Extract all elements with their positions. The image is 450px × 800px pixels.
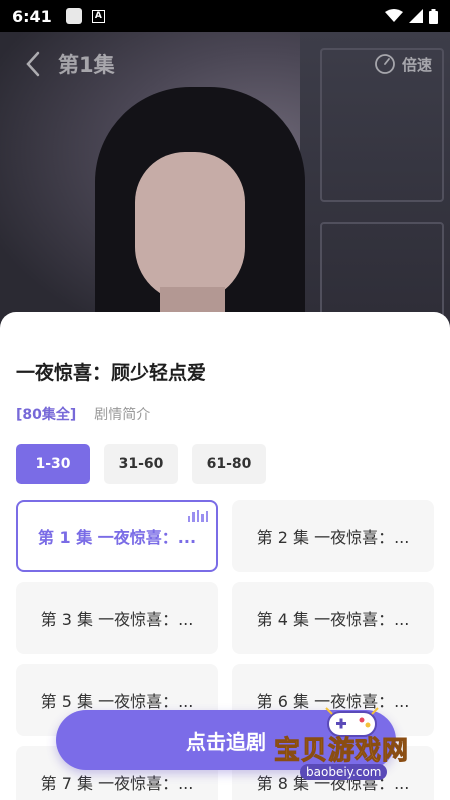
synopsis-link[interactable]: 剧情简介 <box>94 404 150 424</box>
episode-label: 第 2 集 一夜惊喜：... <box>256 528 410 547</box>
episode-label: 第 4 集 一夜惊喜：... <box>256 610 410 629</box>
episode-card-3[interactable]: 第 3 集 一夜惊喜：... <box>16 582 218 654</box>
episode-label: 第 3 集 一夜惊喜：... <box>40 610 194 629</box>
speed-icon <box>375 54 395 74</box>
speed-label: 倍速 <box>401 55 432 74</box>
status-bar: 6:41 A <box>0 0 450 32</box>
speed-button[interactable]: 倍速 <box>374 53 432 75</box>
episode-label: 第 1 集 一夜惊喜：... <box>37 528 197 547</box>
watermark-text: 宝贝游戏网 <box>273 736 410 767</box>
video-frame-face <box>135 152 245 302</box>
chevron-left-icon <box>26 51 40 77</box>
notification-icon <box>65 8 82 24</box>
drama-meta: [80集全] 剧情简介 <box>16 404 150 424</box>
battery-icon <box>429 8 438 24</box>
signal-icon <box>409 9 423 23</box>
drama-title: 一夜惊喜：顾少轻点爱 <box>16 362 207 384</box>
watermark-logo: 宝贝游戏网 baobeiy.com <box>270 700 445 790</box>
video-player[interactable]: 第1集 倍速 <box>0 32 450 332</box>
episode-label: 第 5 集 一夜惊喜：... <box>40 692 194 711</box>
status-time: 6:41 <box>12 6 52 26</box>
episode-card-2[interactable]: 第 2 集 一夜惊喜：... <box>232 500 434 572</box>
keyboard-badge-icon: A <box>91 9 105 23</box>
back-button[interactable] <box>18 49 48 79</box>
player-topbar: 第1集 倍速 <box>0 32 450 96</box>
now-playing-icon <box>187 510 208 522</box>
range-tab-1-30[interactable]: 1-30 <box>16 444 90 484</box>
episode-label: 第 7 集 一夜惊喜：... <box>40 774 194 793</box>
range-tab-31-60[interactable]: 31-60 <box>104 444 178 484</box>
watermark-url: baobeiy.com <box>300 764 388 780</box>
episode-range-tabs: 1-30 31-60 61-80 <box>16 444 266 484</box>
range-tab-61-80[interactable]: 61-80 <box>192 444 266 484</box>
wifi-icon <box>385 9 403 22</box>
episode-card-4[interactable]: 第 4 集 一夜惊喜：... <box>232 582 434 654</box>
episode-card-1[interactable]: 第 1 集 一夜惊喜：... <box>16 500 218 572</box>
episode-count: [80集全] <box>16 407 77 423</box>
episode-title: 第1集 <box>58 53 115 77</box>
